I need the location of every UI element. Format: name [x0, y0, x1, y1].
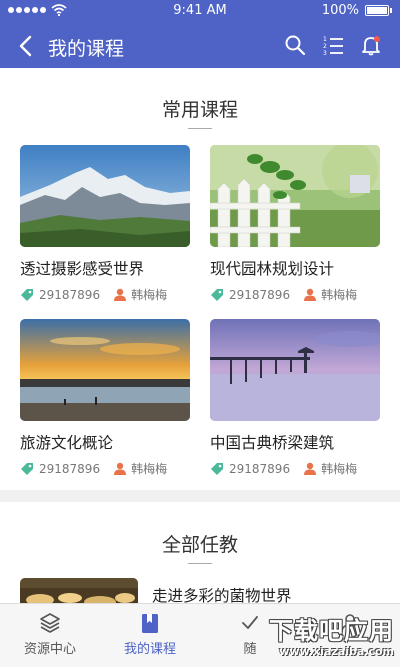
section-title-all: 全部任教 [161, 534, 238, 556]
user-icon [304, 288, 317, 301]
course-author: 韩梅梅 [321, 288, 358, 302]
course-meta: 29187896 韩梅梅 [210, 460, 380, 477]
course-count: 29187896 [229, 287, 291, 302]
svg-text:3: 3 [323, 50, 327, 56]
course-title: 现代园林规划设计 [210, 260, 335, 278]
user-icon [114, 462, 127, 475]
tag-icon [211, 462, 223, 475]
course-author: 韩梅梅 [131, 462, 168, 476]
course-meta: 29187896 韩梅梅 [20, 286, 190, 303]
course-card[interactable]: 中国古典桥梁建筑 29187896 韩梅梅 [210, 319, 380, 477]
tag-icon [211, 288, 223, 301]
tab-label: 资源中心 [23, 642, 76, 657]
status-bar: 9:41 AM 100% [0, 0, 400, 22]
user-icon [304, 462, 317, 475]
app-header: 9:41 AM 100% 我的课程 1 2 3 [0, 0, 400, 68]
course-title: 中国古典桥梁建筑 [210, 434, 335, 452]
tab-resource-center[interactable]: 资源中心 [0, 604, 100, 667]
course-meta: 29187896 韩梅梅 [210, 286, 380, 303]
page-title: 我的课程 [48, 38, 125, 60]
list-icon[interactable]: 1 2 3 [322, 34, 344, 56]
course-thumbnail-pier-dusk [210, 319, 380, 421]
course-thumbnail-sunset-beach [20, 319, 190, 421]
user-icon [114, 288, 127, 301]
course-author: 韩梅梅 [321, 462, 358, 476]
watermark-url: www.xiazaiba.com [279, 645, 394, 658]
course-card[interactable]: 旅游文化概论 29187896 韩梅梅 [20, 319, 190, 477]
course-count: 29187896 [229, 461, 291, 476]
course-author: 韩梅梅 [131, 288, 168, 302]
watermark-text: 下载吧应用 [269, 617, 394, 645]
battery-label: 100% [321, 3, 359, 18]
section-underline [188, 128, 212, 129]
course-card[interactable]: 透过摄影感受世界 29187896 韩梅梅 [20, 145, 190, 303]
watermark-logo: 下载吧应用 www.xiazaiba.com [238, 607, 398, 665]
course-meta: 29187896 韩梅梅 [20, 460, 190, 477]
book-icon [142, 614, 158, 633]
course-count: 29187896 [39, 287, 101, 302]
nav-bar: 我的课程 1 2 3 [0, 24, 400, 68]
battery-icon [365, 5, 389, 16]
course-title: 透过摄影感受世界 [20, 260, 145, 278]
course-count: 29187896 [39, 461, 101, 476]
back-icon[interactable] [16, 34, 38, 58]
section-divider [0, 490, 400, 502]
battery-indicator: 100% [322, 3, 392, 18]
tag-icon [21, 462, 33, 475]
section-underline [188, 563, 212, 564]
bell-icon[interactable] [360, 34, 382, 56]
course-card[interactable]: 现代园林规划设计 29187896 韩梅梅 [210, 145, 380, 303]
search-icon[interactable] [284, 34, 306, 56]
course-thumbnail-garden-fence [210, 145, 380, 247]
tab-my-courses[interactable]: 我的课程 [100, 604, 200, 667]
tab-label: 我的课程 [123, 642, 176, 657]
svg-text:2: 2 [323, 43, 327, 50]
layers-icon [40, 613, 60, 633]
section-title-common: 常用课程 [161, 99, 238, 121]
tag-icon [21, 288, 33, 301]
course-title: 旅游文化概论 [20, 434, 114, 452]
svg-text:1: 1 [323, 36, 327, 43]
course-thumbnail-snow-mountain [20, 145, 190, 247]
